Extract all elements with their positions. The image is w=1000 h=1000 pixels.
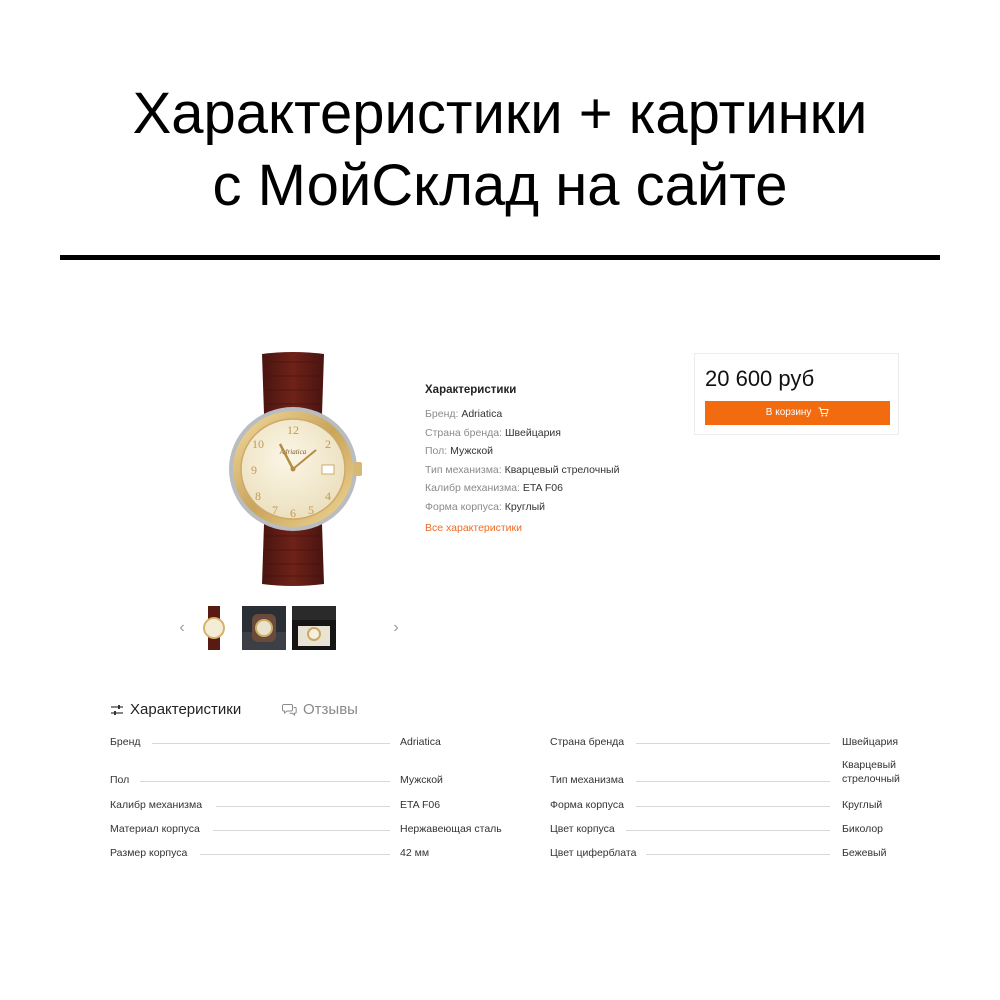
svg-text:9: 9 [251,463,257,477]
spec-value: Биколор [842,823,884,835]
svg-text:8: 8 [255,489,261,503]
spec-leader [216,806,390,807]
spec-row: Калибр механизма ETA F06 [110,797,510,813]
page-title-line-2: с МойСклад на сайте [212,153,788,218]
spec-preview: Характеристики Бренд: Adriatica Страна б… [425,384,685,536]
spec-leader [636,743,830,744]
spec-value: ETA F06 [400,799,441,811]
spec-leader [140,781,390,782]
spec-row: Бренд Adriatica [110,734,510,750]
svg-text:10: 10 [252,437,264,451]
spec-preview-heading: Характеристики [425,384,517,396]
spec-row: Форма корпуса Круглый [550,797,905,813]
spec-preview-row: Пол: Мужской [425,445,494,458]
spec-label: Материал корпуса [110,821,206,837]
thumbnail-next-button[interactable]: › [388,618,404,638]
spec-row: Цвет циферблата Бежевый [550,845,905,861]
spec-leader [200,854,390,855]
spec-label: Страна бренда [550,734,631,750]
thumbnail-1[interactable] [192,606,236,650]
spec-row: Тип механизма Кварцевый стрелочный [550,759,905,788]
svg-text:7: 7 [272,503,278,517]
tab-reviews-label: Отзывы [303,701,358,718]
product-image[interactable]: 12 2 10 9 8 4 7 5 6 Adriatica [218,352,368,588]
spec-row: Пол Мужской [110,772,510,788]
sliders-icon [111,705,123,715]
watch-front-thumb-icon [192,606,236,650]
spec-label: Форма корпуса [550,797,630,813]
spec-label: Цвет корпуса [550,821,621,837]
spec-label: Бренд [110,734,147,750]
spec-leader [636,806,830,807]
add-to-cart-label: В корзину [765,407,812,418]
spec-value: 42 мм [400,847,430,859]
thumbnail-2[interactable] [242,606,286,650]
svg-text:12: 12 [287,423,299,437]
add-to-cart-button[interactable]: В корзину [705,401,890,425]
tab-specs-label: Характеристики [130,701,242,718]
spec-leader [636,781,830,782]
spec-row: Размер корпуса 42 мм [110,845,510,861]
spec-leader [646,854,830,855]
chevron-right-icon: › [393,619,399,636]
spec-leader [213,830,390,831]
spec-preview-row: Тип механизма: Кварцевый стрелочный [425,463,620,476]
chevron-left-icon: ‹ [179,619,185,636]
all-specs-link[interactable]: Все характеристики [425,520,685,536]
spec-preview-row: Страна бренда: Швейцария [425,426,561,439]
thumbnail-3[interactable] [292,606,336,650]
spec-label: Калибр механизма [110,797,209,813]
spec-label: Размер корпуса [110,845,194,861]
spec-leader [152,743,390,744]
spec-row: Цвет корпуса Биколор [550,821,905,837]
page-title: Характеристики + картинки с МойСклад на … [0,78,1000,222]
spec-leader [626,830,830,831]
thumbnail-prev-button[interactable]: ‹ [174,618,190,638]
spec-row: Страна бренда Швейцария [550,734,905,750]
spec-label: Тип механизма [550,772,630,788]
spec-value: Мужской [400,774,443,786]
product-price: 20 600 руб [705,366,815,391]
spec-preview-row: Форма корпуса: Круглый [425,500,546,513]
spec-preview-row: Бренд: Adriatica [425,408,503,420]
spec-label: Пол [110,772,136,788]
title-divider [60,255,940,260]
wristwatch-image: 12 2 10 9 8 4 7 5 6 Adriatica [229,352,362,586]
spec-value: Adriatica [400,736,441,748]
spec-label: Цвет циферблата [550,845,643,861]
svg-text:4: 4 [325,489,331,503]
watch-wrist-thumb-icon [242,606,286,650]
spec-preview-row: Калибр механизма: ETA F06 [425,482,563,495]
svg-text:2: 2 [325,437,331,451]
cart-icon [818,407,829,417]
spec-value: Кварцевый стрелочный [842,759,900,785]
page-title-line-1: Характеристики + картинки [132,81,868,146]
spec-value: Бежевый [842,847,887,859]
watch-box-thumb-icon [292,606,336,650]
spec-row: Материал корпуса Нержавеющая сталь [110,821,510,837]
tab-specs[interactable]: Характеристики [110,699,241,721]
spec-value: Круглый [842,799,883,811]
spec-value: Швейцария [842,736,899,748]
svg-text:5: 5 [308,503,314,517]
svg-text:6: 6 [290,506,296,520]
chat-bubbles-icon [282,704,297,717]
price-box: 20 600 руб В корзину [694,353,899,435]
tab-reviews[interactable]: Отзывы [282,699,358,721]
spec-value: Нержавеющая сталь [400,823,502,835]
